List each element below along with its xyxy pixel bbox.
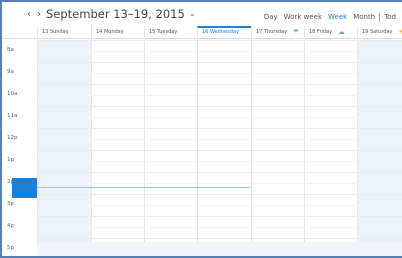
time-label: 9a	[7, 69, 14, 75]
hour-gridline	[37, 40, 402, 41]
calendar-nav-bar: ‹ › September 13–19, 2015 ⌄ Day Work wee…	[2, 2, 402, 26]
time-label: 10a	[7, 91, 18, 97]
day-header-label: 13 Sunday	[42, 29, 69, 35]
view-month-button[interactable]: Month	[353, 11, 375, 23]
day-header-label: 16 Wednesday	[202, 29, 239, 35]
hour-gridline	[37, 172, 402, 173]
time-label: 12p	[7, 135, 18, 141]
hour-gridline	[37, 150, 402, 151]
day-header-label: 15 Tuesday	[149, 29, 178, 35]
day-header-wednesday-today[interactable]: 16 Wednesday	[197, 26, 251, 39]
time-label: 11a	[7, 113, 18, 119]
half-hour-gridline	[37, 227, 402, 228]
umbrella-icon: ☂	[292, 28, 300, 36]
view-divider	[379, 13, 381, 22]
hour-gridline	[37, 106, 402, 107]
view-day-button[interactable]: Day	[264, 11, 278, 23]
half-hour-gridline	[37, 73, 402, 74]
hour-gridline	[37, 128, 402, 129]
time-label: 1p	[7, 157, 14, 163]
time-label: 4p	[7, 223, 14, 229]
time-label: 3p	[7, 201, 14, 207]
half-hour-gridline	[37, 95, 402, 96]
half-hour-gridline	[37, 205, 402, 206]
previous-week-button[interactable]: ‹	[24, 9, 34, 21]
day-header-friday[interactable]: 18 Friday ☁	[304, 26, 357, 39]
hour-gridline	[37, 62, 402, 63]
hour-gridline	[37, 216, 402, 217]
view-switcher: Day Work week Week Month Tod	[264, 11, 402, 23]
today-button[interactable]: Tod	[384, 11, 396, 23]
half-hour-gridline	[37, 117, 402, 118]
half-hour-gridline	[37, 249, 402, 250]
day-header-thursday[interactable]: 17 Thursday ☂	[251, 26, 304, 39]
day-header-label: 18 Friday	[309, 29, 333, 35]
half-hour-gridline	[37, 51, 402, 52]
half-hour-gridline	[37, 139, 402, 140]
hour-gridline	[37, 84, 402, 85]
after-hours-band	[37, 242, 402, 256]
day-header-saturday[interactable]: 19 Saturday ☀	[357, 26, 402, 39]
day-header-sunday[interactable]: 13 Sunday	[37, 26, 91, 39]
next-week-button[interactable]: ›	[34, 9, 44, 21]
hour-gridline	[37, 194, 402, 195]
current-time-marker	[12, 178, 37, 198]
half-hour-gridline	[37, 161, 402, 162]
week-grid[interactable]: 8a 9a 10a 11a 12p 1p 2p 3p 4p 5p	[2, 40, 402, 256]
day-header-row: 13 Sunday 14 Monday 15 Tuesday 16 Wednes…	[2, 26, 402, 39]
day-header-tuesday[interactable]: 15 Tuesday	[144, 26, 197, 39]
chevron-down-icon: ⌄	[188, 9, 196, 18]
time-gutter: 8a 9a 10a 11a 12p 1p 2p 3p 4p 5p	[2, 40, 37, 256]
date-range-picker[interactable]: September 13–19, 2015 ⌄	[46, 6, 196, 22]
sun-icon: ☀	[398, 26, 402, 38]
current-time-line	[37, 187, 250, 188]
view-work-week-button[interactable]: Work week	[284, 11, 322, 23]
day-header-label: 14 Monday	[96, 29, 124, 35]
date-range-title: September 13–19, 2015	[46, 7, 185, 21]
view-week-button[interactable]: Week	[328, 11, 347, 23]
half-hour-gridline	[37, 183, 402, 184]
day-header-monday[interactable]: 14 Monday	[91, 26, 144, 39]
day-header-label: 19 Saturday	[362, 29, 393, 35]
time-label: 5p	[7, 245, 14, 251]
day-header-label: 17 Thursday	[256, 29, 288, 35]
cloud-icon: ☁	[337, 28, 345, 36]
calendar-window: ‹ › September 13–19, 2015 ⌄ Day Work wee…	[0, 0, 402, 258]
hour-gridline	[37, 238, 402, 239]
time-label: 8a	[7, 47, 14, 53]
